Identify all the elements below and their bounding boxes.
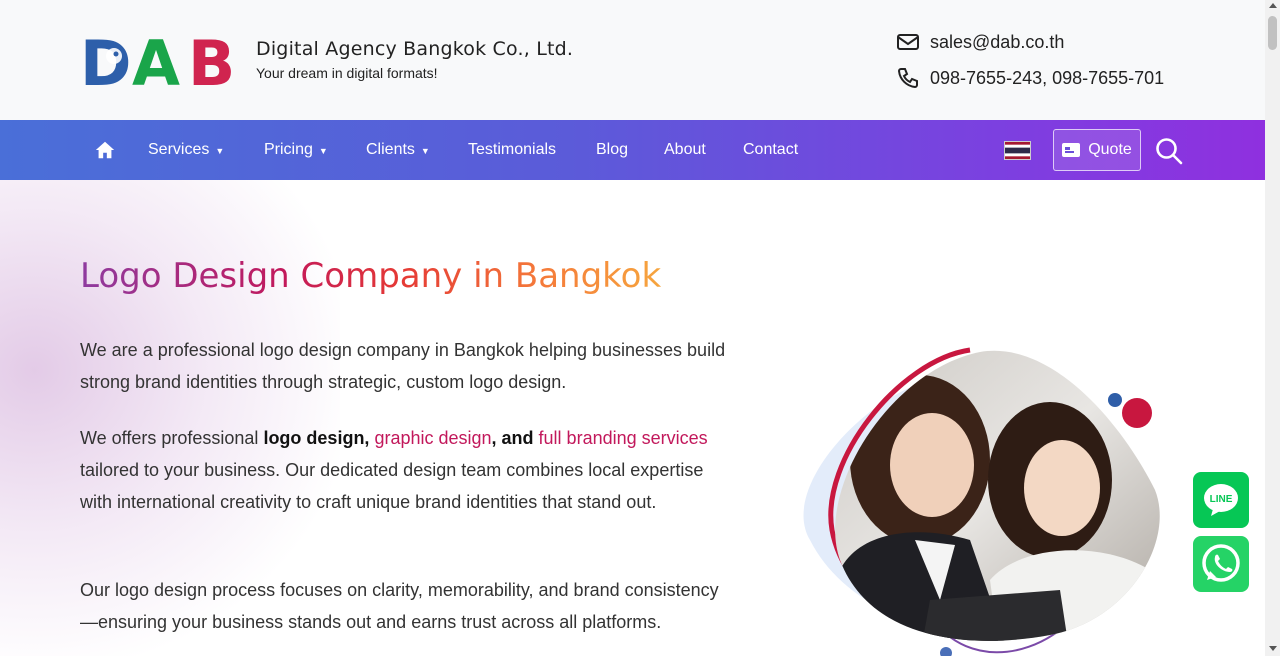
scroll-up-arrow-icon[interactable] — [1269, 3, 1277, 8]
caret-down-icon: ▼ — [420, 146, 430, 156]
nav-label: Blog — [596, 141, 629, 158]
nav-label: Contact — [743, 141, 799, 158]
svg-text:A: A — [132, 30, 180, 90]
page-scrollbar[interactable] — [1265, 0, 1280, 656]
whatsapp-icon — [1202, 544, 1240, 582]
graphic-design-link[interactable]: graphic design — [374, 428, 491, 448]
phone-icon — [897, 68, 918, 89]
nav-label: About — [664, 141, 706, 158]
search-icon[interactable] — [1155, 137, 1183, 165]
p2-bold-logo-design: logo design, — [263, 428, 375, 448]
full-branding-link[interactable]: full branding services — [539, 428, 708, 448]
caret-down-icon: ▼ — [215, 146, 225, 156]
quote-button[interactable]: Quote — [1053, 129, 1141, 171]
home-icon[interactable] — [94, 139, 116, 161]
p2-suffix: tailored to your business. Our dedicated… — [80, 460, 704, 512]
envelope-icon — [897, 34, 919, 50]
phone-text[interactable]: 098-7655-243, 098-7655-701 — [930, 68, 1164, 89]
nav-item-blog[interactable]: Blog — [596, 141, 628, 159]
nav-label: Pricing — [264, 141, 313, 158]
scroll-thumb[interactable] — [1268, 16, 1277, 50]
hero-photo — [803, 347, 1160, 656]
tagline: Your dream in digital formats! — [256, 65, 438, 81]
hero-paragraph-1: We are a professional logo design compan… — [80, 340, 726, 392]
line-icon: LINE — [1204, 484, 1238, 516]
email-text[interactable]: sales@dab.co.th — [930, 32, 1064, 53]
email-contact[interactable]: sales@dab.co.th — [896, 30, 1064, 54]
phone-contact[interactable]: 098-7655-243, 098-7655-701 — [896, 66, 1164, 90]
nav-item-pricing[interactable]: Pricing ▼ — [264, 141, 328, 159]
nav-item-testimonials[interactable]: Testimonials — [468, 141, 556, 159]
hero-paragraph-3: Our logo design process focuses on clari… — [80, 580, 719, 632]
nav-label: Clients — [366, 141, 415, 158]
line-label: LINE — [1210, 494, 1233, 505]
caret-down-icon: ▼ — [318, 146, 328, 156]
nav-item-services[interactable]: Services ▼ — [148, 141, 224, 159]
scroll-down-arrow-icon[interactable] — [1269, 646, 1277, 651]
line-chat-button[interactable]: LINE — [1193, 472, 1249, 528]
dab-logo[interactable]: D A B — [80, 30, 242, 90]
svg-text:B: B — [188, 30, 235, 90]
top-header: D A B Digital Agency Bangkok Co., Ltd. Y… — [0, 0, 1265, 120]
whatsapp-chat-button[interactable] — [1193, 536, 1249, 592]
nav-label: Services — [148, 141, 210, 158]
p2-bold-and: , and — [491, 428, 539, 448]
nav-item-contact[interactable]: Contact — [743, 141, 798, 159]
svg-text:D: D — [80, 30, 131, 90]
nav-label: Testimonials — [468, 141, 557, 158]
hero-paragraph-2: We offers professional logo design, grap… — [80, 422, 730, 518]
hero-title: Logo Design Company in Bangkok — [80, 256, 662, 296]
p2-prefix: We offers professional — [80, 428, 264, 448]
quote-label: Quote — [1088, 141, 1132, 158]
company-block: Digital Agency Bangkok Co., Ltd. Your dr… — [256, 38, 573, 81]
quote-icon — [1062, 143, 1081, 157]
company-name: Digital Agency Bangkok Co., Ltd. — [256, 38, 574, 60]
nav-item-about[interactable]: About — [664, 141, 706, 159]
thai-flag-icon[interactable] — [1004, 141, 1031, 160]
nav-item-clients[interactable]: Clients ▼ — [366, 141, 430, 159]
